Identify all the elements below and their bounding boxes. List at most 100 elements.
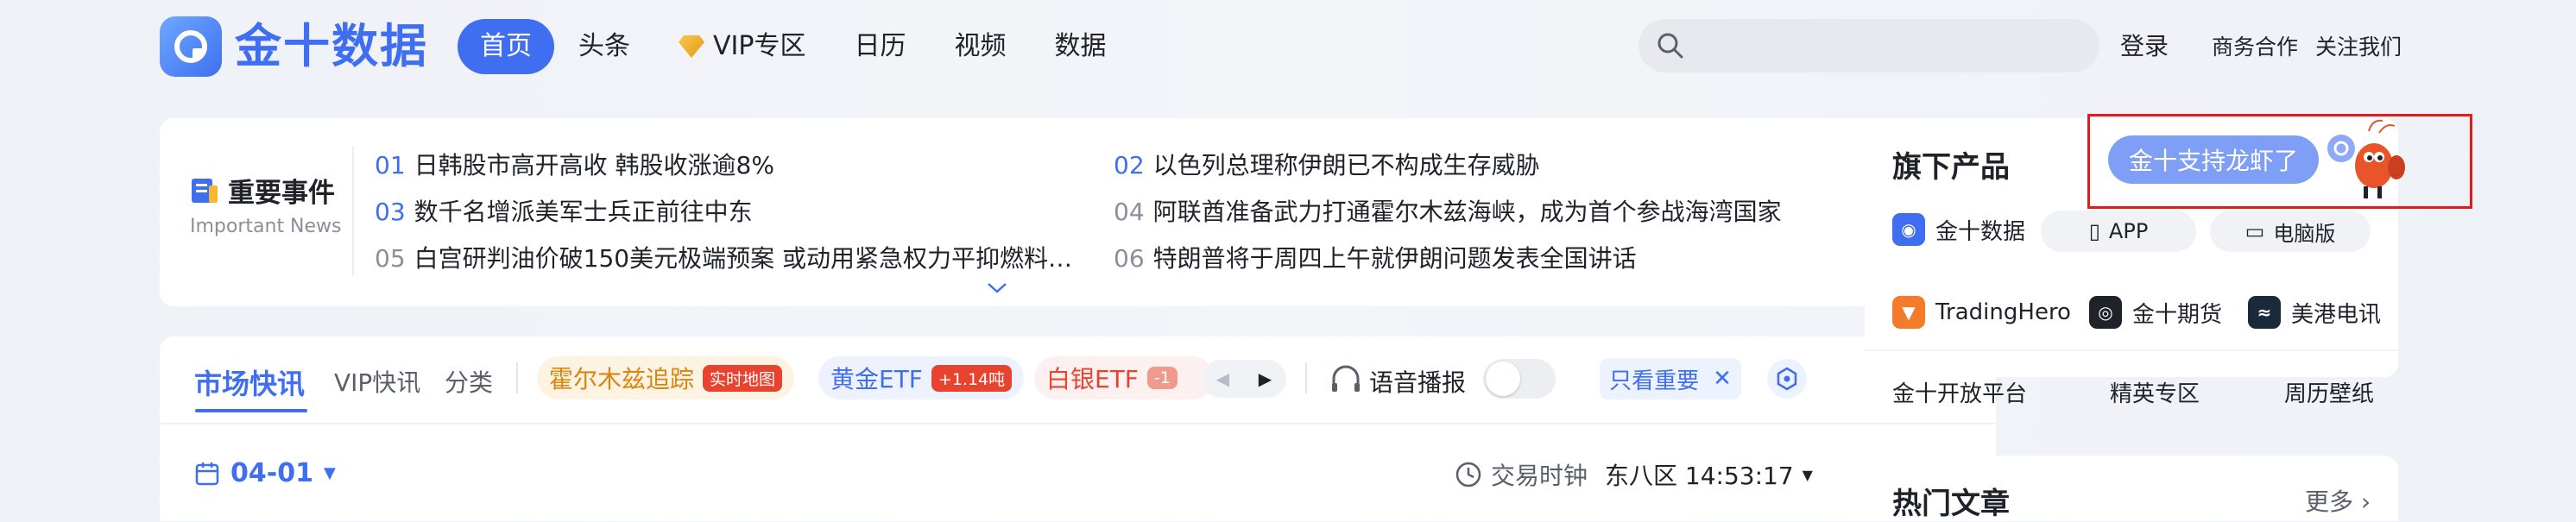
product-name: 金十期货 xyxy=(2132,301,2223,328)
product-jin10[interactable]: ◉ 金十数据 xyxy=(1892,213,2025,246)
nav-home[interactable]: 首页 xyxy=(458,19,554,74)
nav-data-label: 数据 xyxy=(1054,31,1107,61)
pill-tag: -1 xyxy=(1146,367,1178,389)
tradinghero-icon: ▼ xyxy=(1892,296,1925,329)
vip-diamond-icon xyxy=(679,35,704,58)
news-text: 特朗普将于周四上午就伊朗问题发表全国讲话 xyxy=(1152,244,1637,273)
news-item[interactable]: 04 阿联酋准备武力打通霍尔木兹海峡，成为首个参战海湾国家 xyxy=(1114,193,1782,228)
caret-down-icon: ▼ xyxy=(323,464,336,482)
pc-button[interactable]: ▭ 电脑版 xyxy=(2210,211,2371,252)
hormuz-tracker-pill[interactable]: 霍尔木兹追踪 实时地图 xyxy=(537,356,795,399)
pill-pager: ◀ ▶ xyxy=(1202,360,1286,398)
active-tab-indicator xyxy=(195,409,307,412)
monitor-icon: ▭ xyxy=(2245,219,2265,243)
tab-divider xyxy=(516,362,518,393)
phone-icon: ▯ xyxy=(2088,219,2100,243)
timezone-time: 东八区 14:53:17 xyxy=(1605,462,1794,490)
news-num: 02 xyxy=(1114,151,1145,179)
product-tradinghero[interactable]: ▼ TradingHero xyxy=(1892,296,2071,329)
nav-video-label: 视频 xyxy=(954,31,1007,61)
news-num: 04 xyxy=(1114,198,1145,226)
news-text: 白宫研判油价破150美元极端预案 或动用紧急权力平抑燃料… xyxy=(414,244,1072,273)
toolbar-divider xyxy=(1305,362,1307,393)
gold-etf-pill[interactable]: 黄金ETF +1.14吨 xyxy=(818,356,1025,399)
logo-text[interactable]: 金十数据 xyxy=(235,16,428,78)
news-num: 01 xyxy=(375,151,406,179)
nav-vip[interactable]: VIP专区 xyxy=(654,19,830,74)
nav-vip-label: VIP专区 xyxy=(713,31,806,61)
tab-market-flash[interactable]: 市场快讯 xyxy=(194,362,305,402)
nav-headlines-label: 头条 xyxy=(578,31,630,61)
pill-label: 霍尔木兹追踪 xyxy=(549,365,695,393)
products-title: 旗下产品 xyxy=(1892,150,2010,185)
product-name: TradingHero xyxy=(1935,299,2071,325)
news-item[interactable]: 05 白宫研判油价破150美元极端预案 或动用紧急权力平抑燃料… xyxy=(375,240,1072,274)
tab-category[interactable]: 分类 xyxy=(445,364,493,399)
filter-label: 只看重要 xyxy=(1609,368,1700,394)
important-news-title-text: 重要事件 xyxy=(228,178,335,209)
date-value: 04-01 xyxy=(230,458,313,488)
news-num: 05 xyxy=(375,244,406,273)
flash-header-divider xyxy=(160,423,1996,425)
nav-calendar-label: 日历 xyxy=(854,31,906,61)
logo-icon[interactable] xyxy=(160,16,222,77)
hot-articles-title: 热门文章 xyxy=(1892,487,2010,521)
news-item[interactable]: 01 日韩股市高开高收 韩股收涨逾8% xyxy=(375,147,774,181)
nav-headlines[interactable]: 头条 xyxy=(554,19,654,74)
headphones-icon xyxy=(1332,365,1360,392)
audio-toggle-knob xyxy=(1486,362,1520,396)
audio-broadcast-label: 语音播报 xyxy=(1369,368,1467,397)
link-open-platform[interactable]: 金十开放平台 xyxy=(1892,376,2027,408)
business-link[interactable]: 商务合作 xyxy=(2212,30,2298,61)
important-news-title: 重要事件 xyxy=(190,171,335,210)
product-name: 金十数据 xyxy=(1935,218,2026,245)
follow-link[interactable]: 关注我们 xyxy=(2315,30,2402,61)
news-num: 03 xyxy=(375,198,406,226)
jin10-icon: ◉ xyxy=(1892,213,1925,246)
app-button[interactable]: ▯ APP xyxy=(2041,211,2196,252)
us-hk-news-icon: ≈ xyxy=(2248,296,2281,329)
products-divider xyxy=(1865,349,2398,351)
pill-label: 黄金ETF xyxy=(830,365,923,393)
news-item[interactable]: 06 特朗普将于周四上午就伊朗问题发表全国讲话 xyxy=(1114,240,1637,274)
news-doc-icon xyxy=(192,178,218,203)
news-num: 06 xyxy=(1114,244,1145,273)
product-us-hk-news[interactable]: ≈ 美港电讯 xyxy=(2248,296,2381,329)
nav-calendar[interactable]: 日历 xyxy=(830,19,930,74)
clock-label: 交易时钟 xyxy=(1491,462,1588,490)
search-input[interactable] xyxy=(1638,19,2099,72)
next-arrow-icon[interactable]: ▶ xyxy=(1244,360,1286,398)
app-label: APP xyxy=(2108,219,2149,243)
news-text: 阿联酋准备武力打通霍尔木兹海峡，成为首个参战海湾国家 xyxy=(1152,198,1782,226)
product-name: 美港电讯 xyxy=(2291,301,2382,328)
news-item[interactable]: 03 数千名增派美军士兵正前往中东 xyxy=(375,193,753,228)
clock-icon xyxy=(1455,462,1481,487)
nav-video[interactable]: 视频 xyxy=(930,19,1030,74)
tab-vip-flash[interactable]: VIP快讯 xyxy=(334,364,420,399)
nav-data[interactable]: 数据 xyxy=(1030,19,1130,74)
nav-home-label: 首页 xyxy=(480,31,532,61)
prev-arrow-icon[interactable]: ◀ xyxy=(1202,360,1244,398)
date-picker[interactable]: 04-01 ▼ xyxy=(194,458,336,488)
search-icon xyxy=(1657,33,1683,59)
main-nav: 首页 头条 VIP专区 日历 视频 数据 xyxy=(458,19,1130,74)
trading-clock[interactable]: 交易时钟 东八区 14:53:17 ▼ xyxy=(1455,457,1813,492)
jin10-futures-icon: ◎ xyxy=(2089,296,2122,329)
hexagon-settings-icon xyxy=(1777,367,1797,391)
link-elite-zone[interactable]: 精英专区 xyxy=(2110,376,2200,408)
product-jin10-futures[interactable]: ◎ 金十期货 xyxy=(2089,296,2222,329)
news-item[interactable]: 02 以色列总理称伊朗已不构成生存威胁 xyxy=(1114,147,1540,181)
important-news-subtitle: Important News xyxy=(190,216,342,237)
settings-button[interactable] xyxy=(1767,359,1807,399)
silver-etf-pill[interactable]: 白银ETF -1 xyxy=(1034,356,1214,399)
link-weekly-wallpaper[interactable]: 周历壁纸 xyxy=(2284,376,2374,408)
important-only-filter[interactable]: 只看重要 ✕ xyxy=(1600,358,1741,399)
close-icon[interactable]: ✕ xyxy=(1713,366,1732,392)
login-link[interactable]: 登录 xyxy=(2120,28,2169,62)
calendar-icon xyxy=(195,462,219,485)
chevron-down-icon[interactable] xyxy=(986,281,1008,295)
highlight-box xyxy=(2087,114,2472,209)
more-link[interactable]: 更多 › xyxy=(2305,483,2371,518)
news-text: 日韩股市高开高收 韩股收涨逾8% xyxy=(414,151,774,179)
news-text: 数千名增派美军士兵正前往中东 xyxy=(414,198,753,226)
